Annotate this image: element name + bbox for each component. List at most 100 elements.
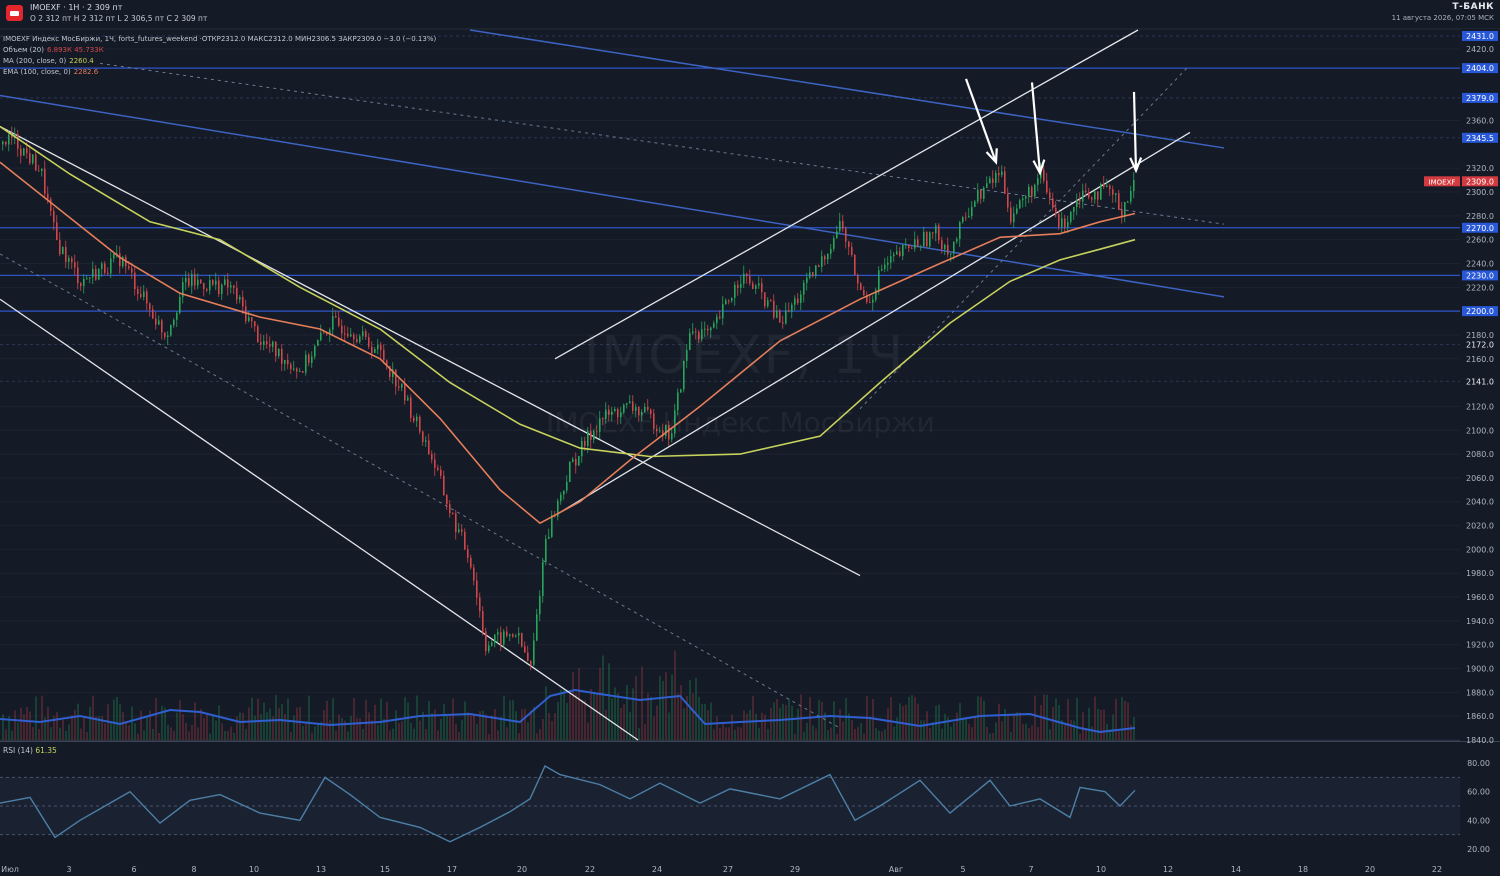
volume-bar [1091,726,1093,740]
price-axis-tick: 1860.0 [1466,712,1494,721]
volume-bar [530,710,532,740]
price-axis-tick: 2160.0 [1466,355,1494,364]
legend-ma[interactable]: MA (200, close, 0) 2260.4 [3,57,94,65]
candle-body [317,340,319,346]
candle-body [1082,190,1084,202]
candle-body [584,440,586,447]
candle-body [305,354,307,373]
volume-bar [647,693,649,740]
candle-body [842,221,844,229]
volume-bar [176,712,178,740]
volume-bar [239,712,241,740]
volume-bar [173,730,175,740]
candle-body [1019,200,1021,209]
volume-bar [692,693,694,740]
candle-body [161,320,163,333]
volume-bar [1082,712,1084,740]
candle-body [320,332,322,341]
candle-body [167,335,169,338]
price-axis-tick: 2000.0 [1466,545,1494,554]
volume-bar [707,710,709,740]
candle-body [545,538,547,563]
candle-body [824,256,826,260]
volume-bar [20,707,22,740]
volume-bar [605,709,607,740]
volume-bar [890,697,892,740]
candle-body [1067,221,1069,228]
volume-bar [170,727,172,740]
candle-body [293,368,295,370]
volume-bar [1115,698,1117,740]
chart-header: IMOEXF · 1H · 2 309 пт O 2 312 пт H 2 31… [0,0,1500,28]
legend-ema[interactable]: EMA (100, close, 0) 2282.6 [3,68,98,76]
rsi-legend[interactable]: RSI (14) 61.35 [3,746,57,755]
volume-bar [389,730,391,740]
candle-body [104,263,106,273]
volume-bar [452,698,454,740]
candle-body [779,310,781,323]
time-axis-label: 22 [585,865,595,874]
candle-body [884,264,886,269]
volume-bar [233,732,235,740]
price-axis-tick: 2220.0 [1466,283,1494,292]
volume-bar [161,705,163,740]
channel-line [0,298,639,741]
candle-body [359,336,361,343]
candle-body [425,440,427,442]
candle-body [917,239,919,247]
candle-body [446,495,448,505]
candle-body [296,368,298,372]
candle-body [872,299,874,303]
ema-label: EMA (100, close, 0) [3,68,71,76]
candle-body [38,170,40,172]
legend-main[interactable]: IMOEXF Индекс МосБиржи, 1Ч, forts_future… [3,35,436,43]
candle-body [314,345,316,357]
volume-bar [47,707,49,740]
volume-bar [128,725,130,740]
candle-body [368,337,370,347]
volume-bar [359,718,361,740]
volume-bar [305,721,307,740]
volume-bar [1103,709,1105,740]
candle-body [251,317,253,322]
legend-volume[interactable]: Объем (20) 6.893К 45.733К [3,46,104,54]
volume-bar [368,712,370,740]
volume-bar [620,707,622,740]
volume-bar [515,711,517,740]
candle-body [263,341,265,345]
candle-body [335,316,337,318]
volume-bar [839,709,841,740]
candle-body [527,652,529,661]
ema-value: 2282.6 [73,68,99,76]
volume-bar [1001,721,1003,740]
price-axis-tick: 1980.0 [1466,569,1494,578]
candle-body [764,292,766,307]
candle-body [983,187,985,199]
volume-bar [803,731,805,740]
candle-body [506,631,508,636]
candle-body [914,239,916,249]
candle-body [1133,180,1135,192]
volume-bar [1055,698,1057,740]
tbank-logo-icon[interactable] [6,5,23,21]
candle-body [836,231,838,239]
candle-body [890,256,892,263]
volume-bar [767,729,769,740]
candle-body [530,660,532,665]
candle-body [110,258,112,274]
volume-bar [764,714,766,740]
time-axis-label: 10 [249,865,259,874]
candle-body [1016,208,1018,214]
candle-body [218,280,220,295]
volume-bar [653,716,655,740]
rsi-axis-tick: 40.00 [1467,816,1490,825]
candle-body [371,346,373,353]
volume-bar [578,668,580,740]
volume-bar [914,696,916,740]
volume-bar [743,710,745,740]
volume-bar [152,728,154,740]
candle-body [860,283,862,290]
candle-body [278,349,280,357]
volume-bar [761,712,763,740]
symbol-line[interactable]: IMOEXF · 1H · 2 309 пт [30,3,122,12]
